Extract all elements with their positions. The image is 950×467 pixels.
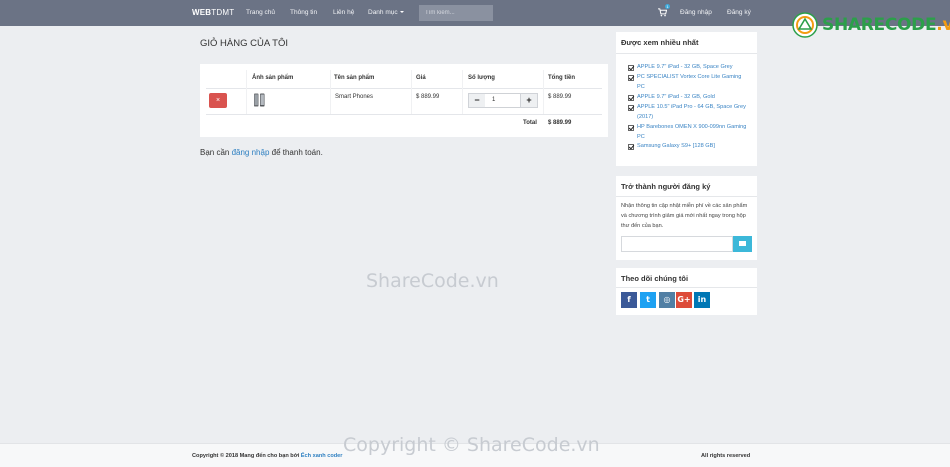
google-plus-icon[interactable]: G+	[676, 292, 692, 308]
popular-item[interactable]: APPLE 9.7" iPad - 32 GB, Space Grey	[637, 63, 747, 73]
row-divider	[206, 114, 602, 115]
check-square-icon	[628, 75, 634, 81]
login-link[interactable]: đăng nhập	[232, 148, 270, 157]
check-square-icon	[628, 105, 634, 111]
popular-products-widget: Được xem nhiều nhất APPLE 9.7" iPad - 32…	[616, 32, 757, 166]
envelope-icon	[739, 241, 746, 246]
popular-item[interactable]: Samsung Galaxy S9+ [128 GB]	[637, 142, 747, 152]
logo-text-main: SHARECODE	[822, 15, 937, 35]
brand-logo[interactable]: WEBTDMT	[192, 8, 234, 17]
email-field[interactable]	[621, 236, 733, 252]
sharecode-logo-icon	[792, 12, 818, 38]
check-square-icon	[628, 125, 634, 131]
increase-quantity-button[interactable]: +	[520, 93, 538, 108]
cart-count-badge: 1	[665, 4, 670, 9]
nav-categories-label: Danh mục	[368, 9, 398, 16]
popular-item[interactable]: APPLE 10.5" iPad Pro - 64 GB, Space Grey…	[637, 103, 747, 123]
nav-login[interactable]: Đăng nhập	[680, 9, 712, 16]
product-name[interactable]: Smart Phones	[335, 94, 373, 100]
footer-copyright-text: Copyright © 2018 Mang đến cho bạn bởi	[192, 453, 301, 459]
instagram-icon[interactable]: ◎	[659, 292, 675, 308]
header-quantity: Số lượng	[468, 75, 495, 81]
column-divider	[543, 70, 544, 114]
logo-text-suffix: .vn	[936, 15, 950, 35]
total-label: Total	[523, 120, 537, 126]
sharecode-logo: SHARECODE.vn	[822, 15, 950, 35]
popular-title: Được xem nhiều nhất	[621, 38, 699, 47]
column-divider	[246, 70, 247, 114]
cart-table: Ảnh sản phẩm Tên sản phẩm Giá Số lượng T…	[200, 64, 608, 137]
brand-bold: WEB	[192, 8, 212, 17]
check-square-icon	[628, 95, 634, 101]
header-price: Giá	[416, 75, 426, 81]
login-note-suffix: để thanh toán.	[269, 148, 323, 157]
check-square-icon	[628, 144, 634, 150]
widget-divider	[616, 196, 757, 197]
page-title: GIỎ HÀNG CỦA TÔI	[200, 38, 288, 49]
search-input[interactable]	[419, 5, 493, 21]
total-value: $ 889.99	[548, 120, 572, 126]
widget-divider	[616, 53, 757, 54]
popular-item[interactable]: APPLE 9.7" iPad - 32 GB, Gold	[637, 93, 747, 103]
nav-info[interactable]: Thông tin	[290, 9, 317, 16]
caret-down-icon	[399, 11, 404, 14]
widget-divider	[616, 287, 757, 288]
remove-item-button[interactable]: ×	[209, 93, 227, 108]
nav-contact[interactable]: Liên hệ	[333, 9, 354, 16]
footer-copyright: Copyright © 2018 Mang đến cho bạn bởi Ếc…	[192, 453, 342, 459]
nav-categories-dropdown[interactable]: Danh mục	[368, 9, 404, 16]
popular-item[interactable]: HP Barebones OMEN X 900-099nn Gaming PC	[637, 123, 747, 143]
login-note-prefix: Bạn cần	[200, 148, 232, 157]
decrease-quantity-button[interactable]: −	[468, 93, 486, 108]
column-divider	[462, 70, 463, 114]
product-thumbnail[interactable]	[253, 93, 266, 107]
subscribe-widget: Trở thành người đăng ký Nhận thông tin c…	[616, 176, 757, 260]
product-price: $ 889.99	[416, 94, 440, 100]
login-required-note: Bạn cần đăng nhập để thanh toán.	[200, 148, 323, 157]
quantity-input[interactable]: 1	[485, 93, 521, 108]
nav-register[interactable]: Đăng ký	[727, 9, 751, 16]
nav-home[interactable]: Trang chủ	[246, 9, 275, 16]
column-divider	[330, 70, 331, 114]
subscribe-button[interactable]	[733, 236, 752, 252]
brand-rest: TDMT	[211, 8, 235, 17]
footer-author-link[interactable]: Ếch xanh coder	[301, 453, 343, 459]
header-product-image: Ảnh sản phẩm	[252, 75, 294, 81]
shopping-cart-icon[interactable]	[658, 8, 667, 17]
subscribe-title: Trở thành người đăng ký	[621, 182, 711, 191]
header-subtotal: Tổng tiền	[548, 75, 575, 81]
product-subtotal: $ 889.99	[548, 94, 572, 100]
check-square-icon	[628, 65, 634, 71]
popular-item[interactable]: PC SPECIALIST Vortex Core Lite Gaming PC	[637, 73, 747, 93]
watermark-bottom: Copyright © ShareCode.vn	[343, 434, 600, 456]
facebook-icon[interactable]: f	[621, 292, 637, 308]
footer-rights: All rights reserved	[701, 453, 751, 459]
column-divider	[411, 70, 412, 114]
follow-us-widget: Theo dõi chúng tôi f t ◎ G+ in	[616, 268, 757, 315]
linkedin-icon[interactable]: in	[694, 292, 710, 308]
header-product-name: Tên sản phẩm	[334, 75, 375, 81]
subscribe-description: Nhận thông tin cập nhật miễn phí về các …	[621, 203, 748, 229]
follow-title: Theo dõi chúng tôi	[621, 274, 689, 283]
twitter-icon[interactable]: t	[640, 292, 656, 308]
watermark-center: ShareCode.vn	[366, 270, 499, 292]
